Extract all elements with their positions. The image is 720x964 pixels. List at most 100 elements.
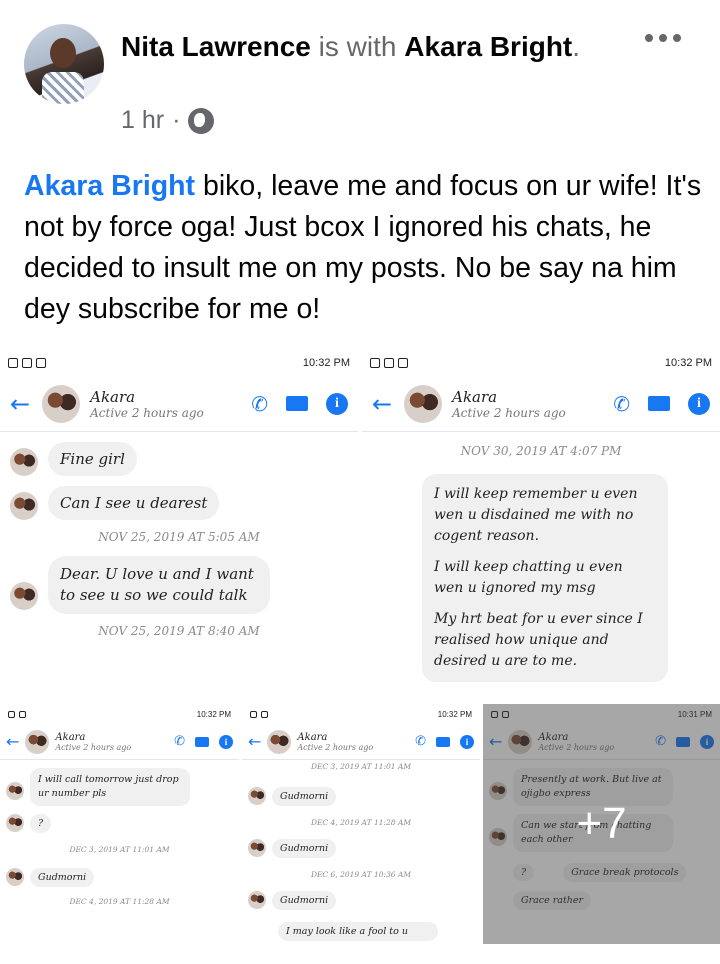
message-bubble[interactable]: I will keep remember u even wen u disdai… (422, 474, 668, 682)
video-icon[interactable] (195, 736, 209, 747)
back-arrow-icon[interactable]: ← (10, 390, 30, 418)
post-meta: 1 hr · (121, 106, 215, 135)
message-bubble[interactable]: Dear. U love u and I want to see u so we… (48, 556, 270, 614)
author-name[interactable]: Nita Lawrence (121, 31, 311, 62)
sender-avatar (248, 787, 266, 805)
chat-actions: ✆ i (613, 392, 710, 416)
more-options-button[interactable] (645, 28, 685, 48)
message-paragraph: My hrt beat for u ever since I realised … (434, 611, 643, 669)
chat-header: ← Akara Active 2 hours ago ✆ i (242, 724, 480, 760)
message-paragraph: I will keep remember u even wen u disdai… (434, 486, 638, 544)
contact-info: Akara Active 2 hours ago (90, 388, 204, 420)
message-bubble[interactable]: I will call tomorrow just drop ur number… (30, 768, 190, 806)
more-dot-icon (645, 34, 653, 42)
info-icon[interactable]: i (219, 734, 233, 749)
screenshot-2[interactable]: 10:32 PM ← Akara Active 2 hours ago ✆ i … (362, 350, 720, 700)
status-time: 10:32 PM (664, 357, 712, 369)
sender-avatar (248, 891, 266, 909)
phone-icon[interactable]: ✆ (613, 392, 630, 416)
message-bubble[interactable]: Fine girl (48, 442, 137, 476)
contact-info: Akara Active 2 hours ago (297, 732, 373, 752)
message-bubble[interactable]: I may look like a fool to u (278, 922, 438, 941)
notification-icons (370, 358, 408, 368)
notification-icons (250, 710, 268, 718)
message-row: I will call tomorrow just drop ur number… (6, 768, 233, 806)
chat-header: ← Akara Active 2 hours ago ✆ i (0, 724, 239, 760)
globe-icon[interactable] (188, 107, 215, 134)
contact-avatar[interactable] (25, 729, 50, 754)
contact-status: Active 2 hours ago (55, 742, 132, 752)
message-list: NOV 30, 2019 AT 4:07 PM I will keep reme… (362, 432, 720, 692)
message-bubble[interactable]: Gudmorni (272, 787, 337, 806)
more-photos-count: +7 (576, 799, 627, 848)
back-arrow-icon[interactable]: ← (6, 732, 19, 751)
screenshot-3[interactable]: 10:32 PM ← Akara Active 2 hours ago ✆ i … (0, 704, 239, 944)
info-icon[interactable]: i (460, 734, 474, 749)
video-icon[interactable] (436, 736, 450, 747)
message-row: Gudmorni (248, 787, 474, 806)
screenshot-1[interactable]: 10:32 PM ← Akara Active 2 hours ago ✆ i … (0, 350, 358, 700)
chat-header: ← Akara Active 2 hours ago ✆ i (362, 376, 720, 432)
message-row: Gudmorni (6, 868, 233, 887)
timestamp: DEC 4, 2019 AT 11:28 AM (310, 818, 412, 827)
contact-name: Akara (90, 387, 136, 406)
message-bubble[interactable]: Gudmorni (272, 891, 337, 910)
timestamp: DEC 4, 2019 AT 11:28 AM (69, 897, 170, 906)
status-time: 10:32 PM (196, 709, 231, 719)
message-list: Fine girl Can I see u dearest NOV 25, 20… (0, 432, 358, 660)
sender-avatar (6, 814, 24, 832)
contact-name: Akara (452, 387, 498, 406)
message-paragraph: I will keep chatting u even wen u ignore… (434, 559, 623, 596)
sender-avatar (6, 868, 24, 886)
message-row: Can I see u dearest (10, 486, 348, 520)
timestamp: NOV 30, 2019 AT 4:07 PM (460, 444, 622, 458)
status-time: 10:32 PM (302, 357, 350, 369)
contact-avatar[interactable] (404, 384, 443, 423)
back-arrow-icon[interactable]: ← (248, 732, 261, 751)
tagged-name[interactable]: Akara Bright (404, 31, 572, 62)
message-bubble[interactable]: Can I see u dearest (48, 486, 220, 520)
mention-link[interactable]: Akara Bright (24, 170, 195, 202)
phone-icon[interactable]: ✆ (251, 392, 268, 416)
with-text: is with (318, 31, 397, 62)
message-bubble[interactable]: Gudmorni (272, 839, 337, 858)
info-icon[interactable]: i (688, 392, 710, 415)
timestamp: NOV 25, 2019 AT 5:05 AM (98, 530, 260, 544)
video-icon[interactable] (286, 396, 308, 411)
post-author-line: Nita Lawrence is with Akara Bright. (121, 26, 641, 68)
phone-icon[interactable]: ✆ (174, 734, 185, 749)
phone-icon[interactable]: ✆ (415, 734, 426, 749)
more-photos-overlay[interactable]: +7 (483, 704, 720, 944)
sender-avatar (6, 782, 24, 800)
status-bar: 10:32 PM (242, 704, 480, 724)
video-icon[interactable] (648, 396, 670, 411)
status-bar: 10:32 PM (0, 350, 358, 376)
sender-avatar (10, 492, 38, 520)
avatar-face (50, 38, 76, 68)
screenshot-5[interactable]: 10:31 PM ← Akara Active 2 hours ago ✆ i … (483, 704, 720, 944)
message-bubble[interactable]: Gudmorni (30, 868, 95, 887)
back-arrow-icon[interactable]: ← (372, 390, 392, 418)
more-dot-icon (659, 34, 667, 42)
message-list: I will call tomorrow just drop ur number… (0, 760, 239, 924)
contact-status: Active 2 hours ago (90, 405, 204, 420)
message-row: Dear. U love u and I want to see u so we… (10, 556, 348, 614)
sender-avatar (10, 448, 38, 476)
contact-info: Akara Active 2 hours ago (452, 388, 566, 420)
contact-avatar[interactable] (42, 384, 81, 423)
timestamp: DEC 3, 2019 AT 11:01 AM (69, 845, 170, 854)
message-list: DEC 3, 2019 AT 11:01 AM Gudmorni DEC 4, … (242, 760, 480, 943)
post-time[interactable]: 1 hr (121, 106, 164, 135)
message-row: Fine girl (10, 442, 348, 476)
status-bar: 10:32 PM (362, 350, 720, 376)
avatar-outfit (42, 72, 84, 104)
message-bubble[interactable]: ? (30, 814, 52, 833)
contact-info: Akara Active 2 hours ago (55, 732, 131, 752)
status-bar: 10:32 PM (0, 704, 239, 724)
info-icon[interactable]: i (326, 392, 348, 415)
contact-avatar[interactable] (267, 729, 292, 754)
author-avatar[interactable] (24, 24, 104, 104)
status-time: 10:32 PM (437, 709, 472, 719)
screenshot-4[interactable]: 10:32 PM ← Akara Active 2 hours ago ✆ i … (242, 704, 480, 944)
post-body: Akara Bright biko, leave me and focus on… (24, 166, 704, 330)
